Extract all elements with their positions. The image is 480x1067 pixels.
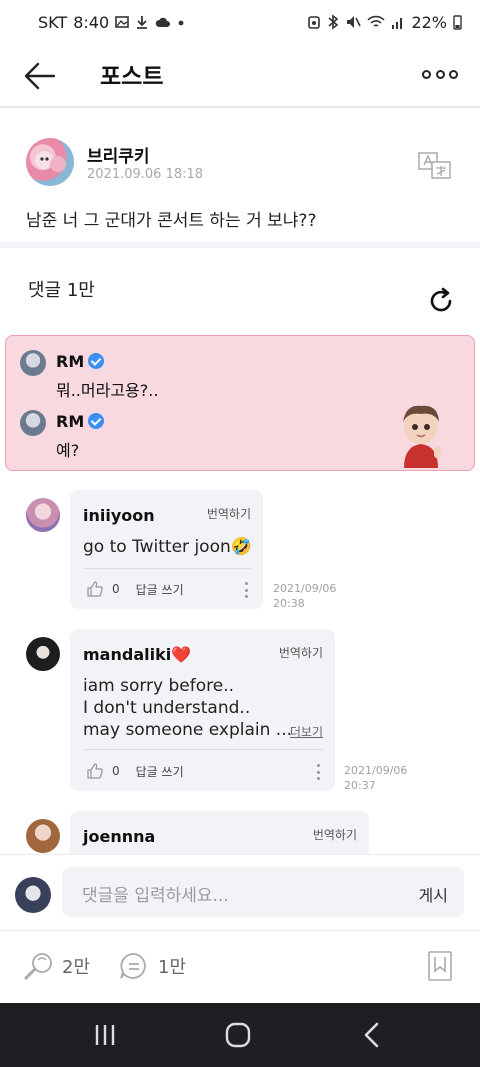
section-divider <box>0 242 480 248</box>
comment-actions: 0 답글 쓰기 <box>86 580 184 598</box>
battery-icon <box>453 15 462 30</box>
artist-name: RM <box>56 352 105 371</box>
comment-username[interactable]: joennna <box>83 827 155 846</box>
my-avatar[interactable] <box>15 877 51 913</box>
comment-text: go to Twitter joon🤣 <box>83 537 252 557</box>
back-button[interactable] <box>22 58 58 94</box>
app-bar: 포스트 <box>0 44 480 108</box>
like-count: 0 <box>112 582 120 596</box>
arrow-left-icon <box>24 62 56 90</box>
post-comment-button[interactable]: 게시 <box>419 882 448 906</box>
verified-icon <box>88 413 105 429</box>
gallery-icon <box>115 16 129 28</box>
see-more-link[interactable]: 더보기 <box>290 723 323 740</box>
post-body: 남준 너 그 군대가 콘서트 하는 거 보냐?? <box>26 211 317 231</box>
refresh-icon <box>430 287 452 312</box>
comment-card: iniiyoon 번역하기 go to Twitter joon🤣 0 답글 쓰… <box>70 490 263 609</box>
comment-timestamp: 2021/09/06 20:38 <box>273 582 337 610</box>
comment-avatar[interactable] <box>26 637 60 671</box>
like-action[interactable]: 2만 <box>22 951 90 981</box>
mute-icon <box>347 16 362 28</box>
system-nav-bar <box>0 1003 480 1067</box>
post: 브리쿠키 2021.09.06 18:18 남준 너 그 군대가 콘서트 하는 … <box>0 110 480 242</box>
translate-link[interactable]: 번역하기 <box>207 505 251 522</box>
recent-apps-icon[interactable] <box>91 1021 119 1049</box>
translate-link[interactable]: 번역하기 <box>279 644 323 661</box>
avatar-art-icon <box>35 151 66 172</box>
comment-divider <box>83 749 323 750</box>
post-author-name[interactable]: 브리쿠키 <box>87 142 150 167</box>
clock: 8:40 <box>73 12 110 32</box>
verified-icon <box>88 353 105 369</box>
artist-reply-text: 예? <box>56 441 80 460</box>
comment-text: may someone explain ... <box>83 720 293 740</box>
comment-input[interactable]: 댓글을 입력하세요... 게시 <box>62 867 464 917</box>
comment-input-placeholder: 댓글을 입력하세요... <box>82 886 229 906</box>
comment-card: mandaliki❤️ 번역하기 iam sorry before.. I do… <box>70 629 335 791</box>
home-icon[interactable] <box>224 1021 252 1049</box>
translate-button[interactable] <box>418 152 452 180</box>
comment-actions: 0 답글 쓰기 <box>86 762 184 780</box>
reply-button[interactable]: 답글 쓰기 <box>136 763 184 780</box>
translate-link[interactable]: 번역하기 <box>313 826 357 843</box>
comment-text: iam sorry before.. <box>83 676 235 696</box>
comment-username[interactable]: mandaliki❤️ <box>83 645 191 664</box>
comment-timestamp: 2021/09/06 20:37 <box>344 764 408 792</box>
battery-label: 22% <box>411 12 447 32</box>
comment-text: I don't understand.. <box>83 698 251 718</box>
dot-icon <box>178 20 184 26</box>
page-title: 포스트 <box>100 64 164 90</box>
post-author-avatar[interactable] <box>26 138 74 186</box>
refresh-button[interactable] <box>426 286 456 316</box>
wifi-icon <box>367 15 386 27</box>
cheer-stick-icon <box>24 953 52 980</box>
comment-avatar[interactable] <box>26 819 60 853</box>
artist-avatar[interactable] <box>20 350 46 376</box>
translate-icon <box>418 152 451 179</box>
comment-avatar[interactable] <box>26 498 60 532</box>
bluetooth-icon <box>328 14 339 30</box>
post-action-bar: 2만 1만 <box>0 930 480 1002</box>
rm-character-icon <box>403 405 441 468</box>
carrier-label: SKT <box>38 12 68 32</box>
comment-divider <box>83 568 251 569</box>
comment-action[interactable]: 1만 <box>118 951 186 981</box>
back-nav-icon[interactable] <box>358 1021 386 1049</box>
comment-composer: 댓글을 입력하세요... 게시 <box>0 854 480 930</box>
like-count: 2만 <box>62 957 91 978</box>
more-dot-icon <box>422 69 431 79</box>
comment-bubble-icon <box>120 953 146 979</box>
reply-button[interactable]: 답글 쓰기 <box>136 581 184 598</box>
more-dot-icon <box>435 69 445 79</box>
bookmark-icon <box>428 951 452 981</box>
comment-menu-button[interactable] <box>245 582 249 598</box>
artist-reply-text: 뭐..머라고용?.. <box>56 381 159 400</box>
cloud-icon <box>155 17 171 27</box>
signal-icon <box>392 18 403 29</box>
status-bar: SKT 8:40 22% <box>0 0 480 44</box>
thumbs-up-icon[interactable] <box>86 762 104 780</box>
comment-count: 1만 <box>158 957 187 978</box>
alarm-icon <box>308 16 321 29</box>
bookmark-button[interactable] <box>428 951 452 981</box>
more-options-button[interactable] <box>422 62 458 86</box>
like-count: 0 <box>112 764 120 778</box>
artist-comments-box[interactable]: RM 뭐..머라고용?.. RM 예? <box>5 335 475 471</box>
download-icon <box>137 16 148 29</box>
comment-menu-button[interactable] <box>317 764 321 780</box>
comment-username[interactable]: iniiyoon <box>83 506 155 525</box>
comment-card: joennna 번역하기 <box>70 811 369 854</box>
artist-name: RM <box>56 412 105 431</box>
post-date: 2021.09.06 18:18 <box>87 167 204 182</box>
comments-count-header: 댓글 1만 <box>28 280 95 301</box>
thumbs-up-icon[interactable] <box>86 580 104 598</box>
more-dot-icon <box>449 69 458 79</box>
artist-avatar[interactable] <box>20 410 46 436</box>
